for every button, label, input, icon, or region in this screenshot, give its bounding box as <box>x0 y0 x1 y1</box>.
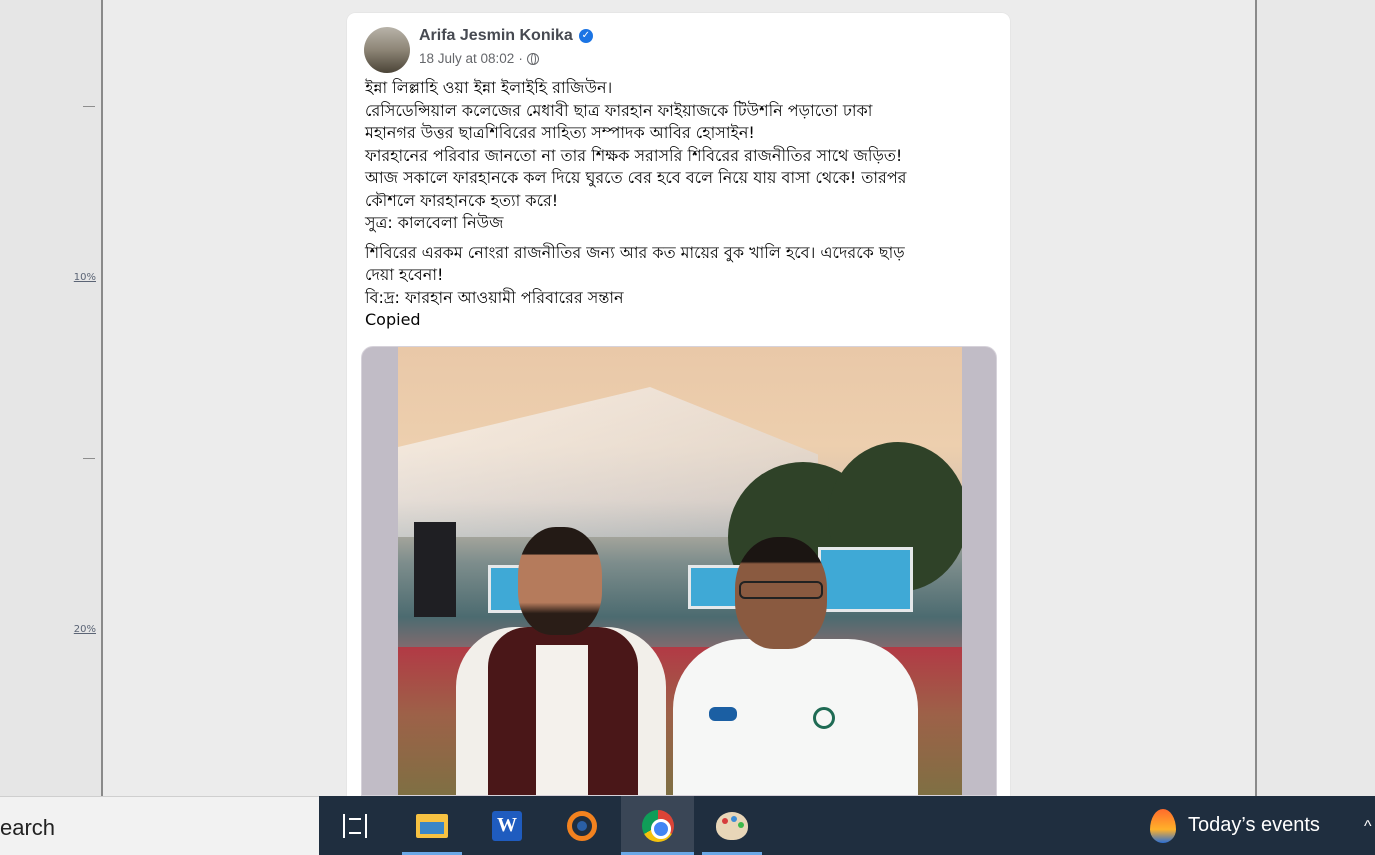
system-tray-chevron-icon[interactable]: ^ <box>1364 818 1372 836</box>
verified-badge-icon: ✓ <box>578 29 593 43</box>
author-name[interactable]: Arifa Jesmin Konika <box>419 27 573 45</box>
taskbar-search-box[interactable]: earch <box>0 796 319 855</box>
right-page-edge <box>1255 0 1257 796</box>
blender-button[interactable] <box>552 796 612 855</box>
paint-button[interactable] <box>702 796 762 855</box>
post-photo[interactable] <box>398 347 962 795</box>
todays-events-widget[interactable]: Today’s events <box>1150 796 1320 855</box>
left-page-edge <box>101 0 103 796</box>
meta-separator: · <box>518 51 523 66</box>
word-button[interactable]: W <box>477 796 537 855</box>
photo-person-right <box>673 537 918 795</box>
facebook-post: Arifa Jesmin Konika ✓ 18 July at 08:02 ·… <box>347 13 1010 796</box>
events-label: Today’s events <box>1188 814 1320 836</box>
events-flame-icon <box>1150 808 1176 843</box>
chrome-icon <box>641 809 674 842</box>
post-image-container[interactable] <box>361 346 997 796</box>
post-meta: 18 July at 08:02 · <box>419 51 539 66</box>
task-view-icon <box>343 813 367 838</box>
ruler-tick <box>83 106 95 107</box>
globe-icon[interactable] <box>526 52 539 65</box>
task-view-button[interactable] <box>325 796 385 855</box>
document-viewer: 10% 20% Arifa Jesmin Konika ✓ 18 July at… <box>0 0 1375 796</box>
file-explorer-button[interactable] <box>402 796 462 855</box>
ruler-tick <box>83 458 95 459</box>
ruler-label-10[interactable]: 10% <box>60 272 96 283</box>
word-icon: W <box>492 810 522 841</box>
post-body: ইন্না লিল্লাহি ওয়া ইন্না ইলাইহি রাজিউন।… <box>365 77 995 332</box>
file-explorer-icon <box>416 813 448 838</box>
post-paragraph-1: ইন্না লিল্লাহি ওয়া ইন্না ইলাইহি রাজিউন।… <box>365 78 907 232</box>
blender-icon <box>567 810 597 841</box>
right-margin <box>1257 0 1375 796</box>
taskbar: earch W Today’s events ^ <box>0 796 1375 855</box>
avatar[interactable] <box>364 27 410 73</box>
photo-person-left <box>456 527 666 795</box>
paint-icon <box>716 811 748 840</box>
ruler-label-20[interactable]: 20% <box>60 624 96 635</box>
chrome-button[interactable] <box>621 796 694 855</box>
post-paragraph-2: শিবিরের এরকম নোংরা রাজনীতির জন্য আর কত ম… <box>365 242 905 330</box>
photo-speaker <box>414 522 456 617</box>
search-placeholder[interactable]: earch <box>0 815 55 841</box>
post-timestamp[interactable]: 18 July at 08:02 <box>419 51 514 66</box>
post-author[interactable]: Arifa Jesmin Konika ✓ <box>419 27 593 45</box>
